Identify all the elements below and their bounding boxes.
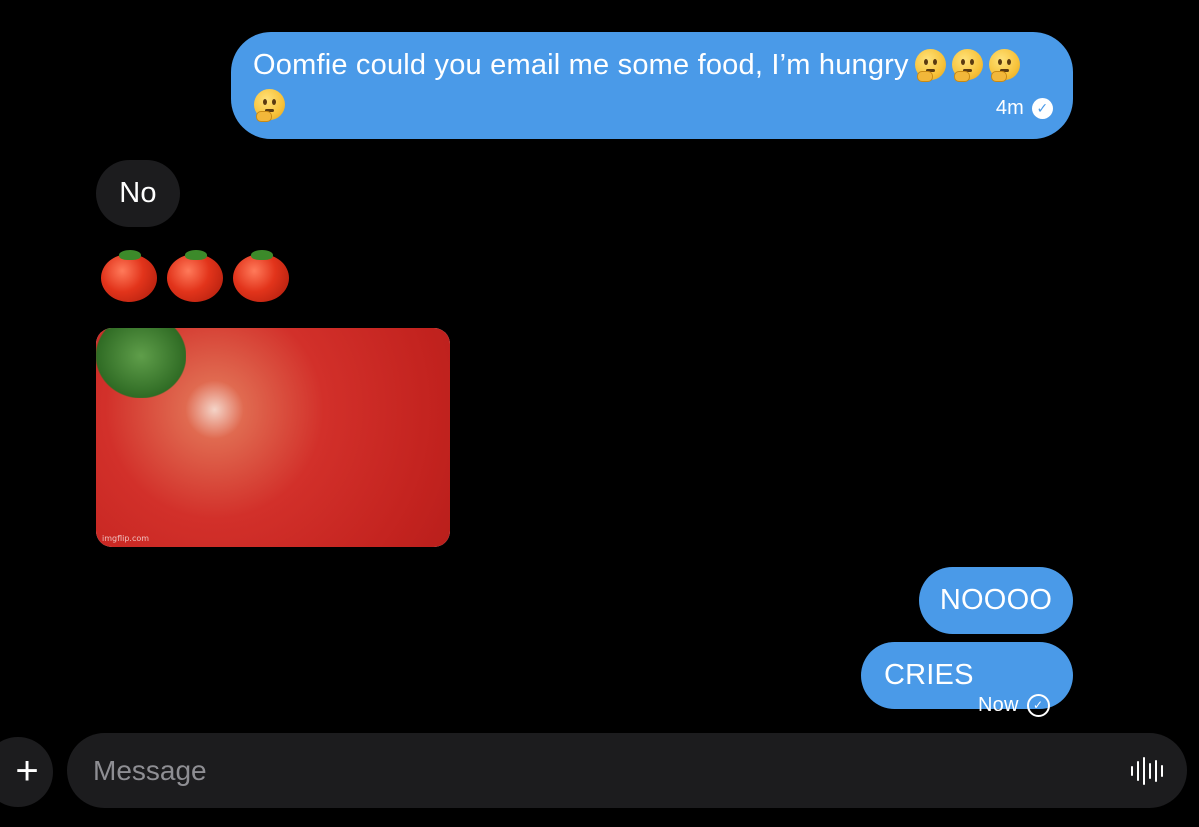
incoming-emoji-message[interactable] (101, 250, 289, 302)
tomato-emoji (101, 250, 157, 302)
incoming-message[interactable]: No (96, 160, 180, 227)
voice-message-button[interactable] (1131, 757, 1163, 785)
thinking-face-emoji (988, 49, 1020, 82)
message-text: Oomfie could you email me some food, I’m… (253, 46, 1053, 84)
thinking-face-emoji (254, 89, 285, 122)
message-timestamp: 4m (995, 97, 1024, 119)
outgoing-message[interactable]: NOOOO (919, 567, 1073, 634)
add-attachment-button[interactable]: + (0, 737, 53, 807)
thinking-face-emoji (914, 49, 946, 82)
plus-icon: + (15, 749, 39, 793)
message-text: CRIES (884, 659, 974, 691)
tomato-emoji (233, 250, 289, 302)
tomato-stem-image (96, 328, 186, 398)
message-timestamp: Now (978, 694, 1019, 716)
sent-check-icon: ✓ (1026, 694, 1050, 717)
message-text: NOOOO (939, 584, 1053, 616)
image-watermark: imgflip.com (102, 534, 150, 543)
message-meta: 4m ✓ (996, 89, 1053, 127)
message-text: No (119, 177, 157, 209)
outgoing-message[interactable]: Oomfie could you email me some food, I’m… (231, 32, 1073, 139)
message-input[interactable] (93, 733, 1093, 808)
thinking-face-emoji (951, 49, 983, 82)
seen-check-icon: ✓ (1032, 97, 1053, 119)
tomato-emoji (167, 250, 223, 302)
message-composer (67, 733, 1187, 808)
waveform-icon (1131, 766, 1133, 776)
message-meta: Now ✓ (978, 672, 1050, 739)
message-emoji-row (253, 86, 1051, 124)
outgoing-message[interactable]: CRIES Now ✓ (861, 642, 1073, 717)
tomato-gif-attachment[interactable]: imgflip.com (96, 328, 450, 547)
